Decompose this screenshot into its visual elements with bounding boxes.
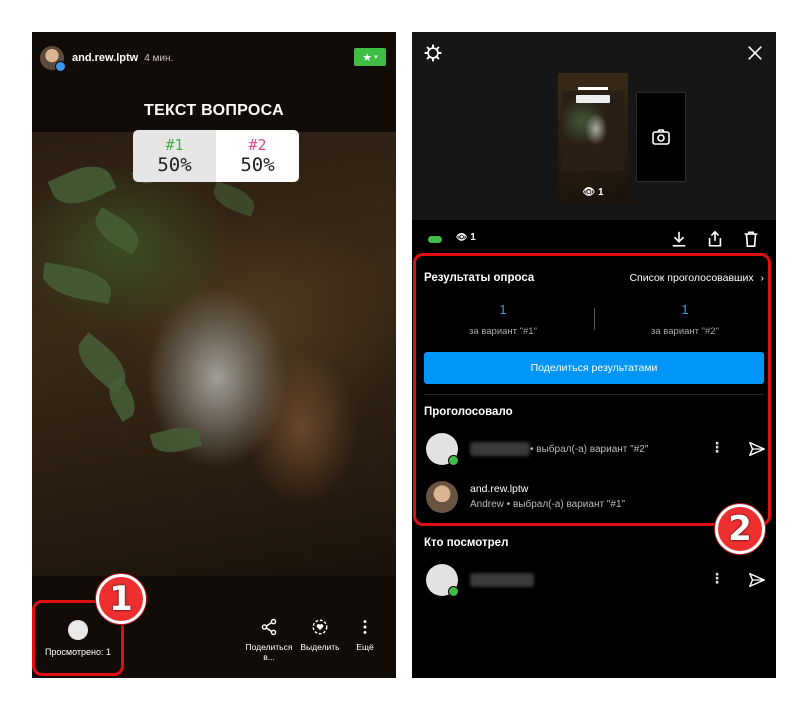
views-count: 👁 1 bbox=[456, 232, 476, 243]
story-view: and.rew.lptw 4 мин. ★ ▾ ТЕКСТ ВОПРОСА #1 … bbox=[32, 32, 396, 678]
share-to-button[interactable]: Поделиться в... bbox=[242, 618, 296, 662]
hidden-username bbox=[470, 573, 534, 587]
action-label: Поделиться в... bbox=[245, 642, 293, 662]
poll-option-label: #2 bbox=[248, 136, 267, 154]
close-friends-badge[interactable]: ★ ▾ bbox=[354, 48, 386, 66]
highlight-button[interactable]: Выделить bbox=[298, 618, 342, 652]
share-icon bbox=[261, 618, 277, 636]
annotation-frame-2 bbox=[413, 253, 771, 526]
thumbnail-view-count: 1 bbox=[597, 187, 604, 198]
views-count-value: 1 bbox=[470, 232, 476, 243]
trash-icon[interactable] bbox=[742, 230, 760, 248]
story-preview-area: 👁 1 bbox=[412, 32, 776, 220]
eye-icon: 👁 bbox=[456, 232, 468, 242]
upload-icon[interactable] bbox=[706, 230, 724, 248]
eye-icon: 👁 bbox=[582, 187, 596, 198]
poll-option-label: #1 bbox=[165, 136, 184, 154]
close-icon[interactable] bbox=[746, 44, 764, 62]
thumbnail-views: 👁 1 bbox=[558, 187, 628, 198]
viewer-row[interactable]: ⋮ bbox=[412, 560, 776, 600]
close-friends-indicator bbox=[428, 236, 442, 243]
poll-option-percent: 50% bbox=[157, 154, 192, 176]
send-icon[interactable] bbox=[748, 571, 766, 589]
annotation-badge-2: 2 bbox=[715, 504, 765, 554]
annotation-badge-1: 1 bbox=[96, 574, 146, 624]
action-label: Выделить bbox=[300, 642, 340, 652]
download-icon[interactable] bbox=[670, 230, 688, 248]
gear-icon[interactable] bbox=[424, 44, 442, 62]
chevron-down-icon: ▾ bbox=[374, 54, 378, 61]
username[interactable]: and.rew.lptw bbox=[72, 52, 138, 64]
viewers-section-title: Кто посмотрел bbox=[424, 537, 509, 549]
add-story-button[interactable] bbox=[636, 92, 686, 182]
action-label: Ещё bbox=[356, 642, 374, 652]
more-vertical-icon[interactable]: ⋮ bbox=[710, 570, 724, 587]
time-ago: 4 мин. bbox=[144, 52, 174, 64]
camera-icon bbox=[652, 129, 670, 145]
highlight-icon bbox=[312, 619, 328, 635]
poll-option-2[interactable]: #2 50% bbox=[216, 130, 299, 182]
story-header: and.rew.lptw 4 мин. bbox=[40, 44, 173, 72]
poll-question: ТЕКСТ ВОПРОСА bbox=[144, 102, 284, 119]
poll-sticker[interactable]: #1 50% #2 50% bbox=[133, 130, 299, 182]
poll-option-1[interactable]: #1 50% bbox=[133, 130, 216, 182]
story-thumbnail[interactable]: 👁 1 bbox=[558, 73, 628, 203]
more-vertical-icon bbox=[363, 620, 367, 634]
more-button[interactable]: Ещё bbox=[348, 618, 382, 652]
avatar[interactable] bbox=[426, 564, 459, 597]
star-icon: ★ bbox=[362, 51, 373, 64]
story-photo bbox=[32, 128, 396, 576]
avatar[interactable] bbox=[40, 46, 66, 72]
poll-option-percent: 50% bbox=[240, 154, 275, 176]
